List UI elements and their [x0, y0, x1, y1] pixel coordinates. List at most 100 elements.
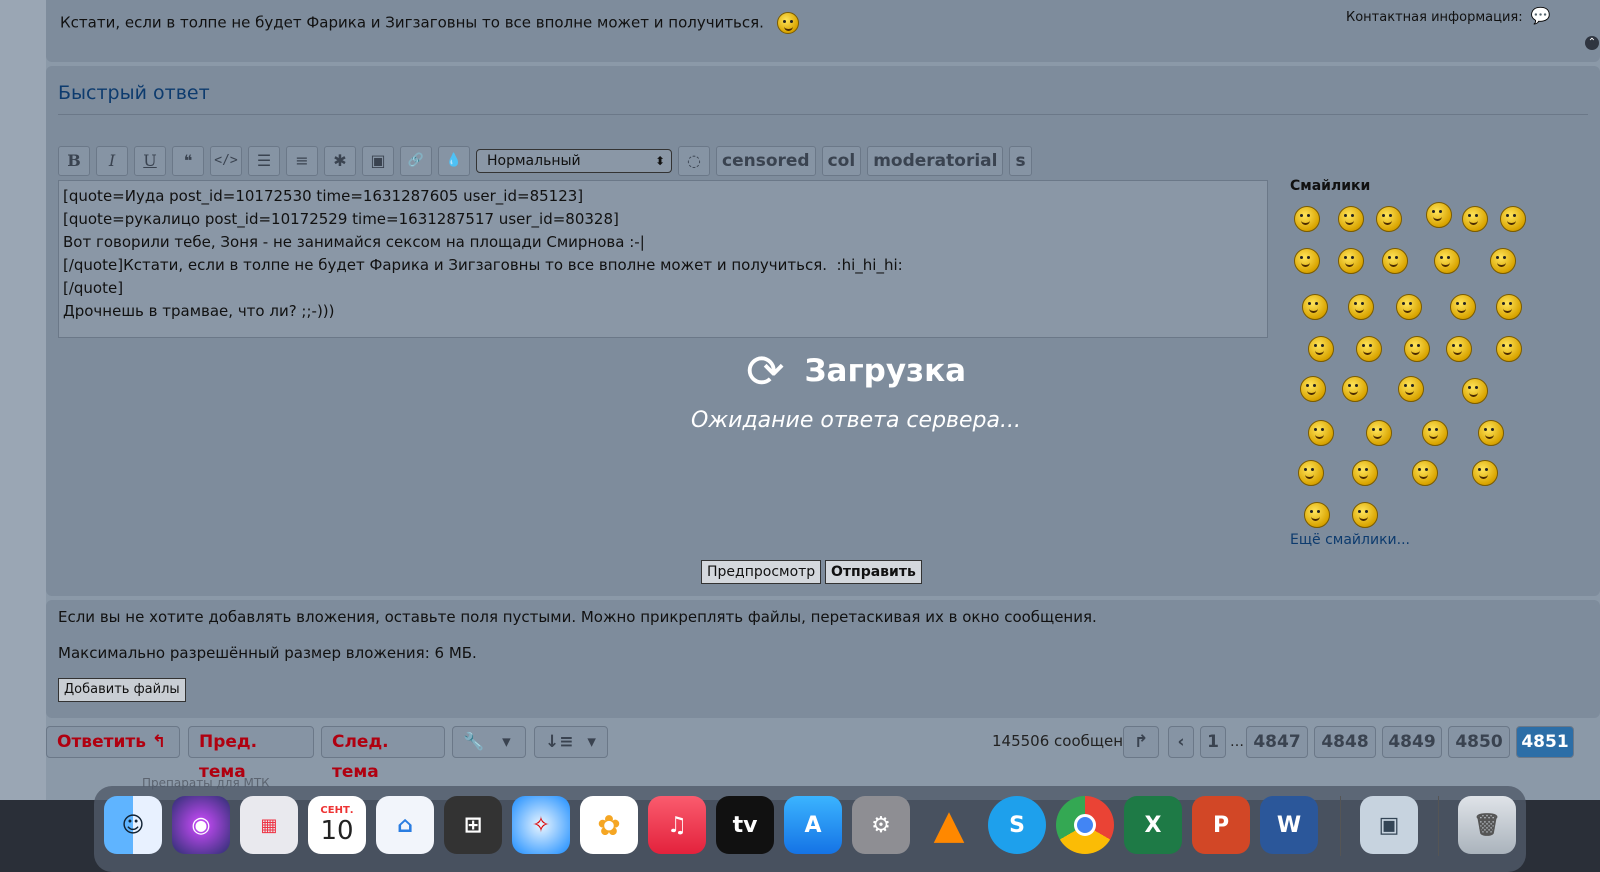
smiley-icon[interactable] [1338, 248, 1364, 274]
reply-button[interactable]: Ответить ↰ [46, 726, 180, 758]
finder-icon[interactable]: ☺ [104, 796, 162, 854]
wrench-icon: 🔧 [463, 732, 485, 752]
add-files-button[interactable]: Добавить файлы [58, 678, 186, 702]
smiley-icon[interactable] [1462, 378, 1488, 404]
quick-reply-panel: Быстрый ответ B I U ❝ </> ☰ ≡ ✱ ▣ 🔗 💧 Но… [46, 66, 1600, 596]
previous-post: Кстати, если в толпе не будет Фарика и З… [46, 0, 1600, 62]
smiley-icon[interactable] [1342, 376, 1368, 402]
powerpoint-icon[interactable]: P [1192, 796, 1250, 854]
music-icon[interactable]: ♫ [648, 796, 706, 854]
smiley-icon[interactable] [1450, 294, 1476, 320]
smiley-icon[interactable] [1300, 376, 1326, 402]
siri-icon[interactable]: ◉ [172, 796, 230, 854]
col-button[interactable]: col [821, 146, 862, 176]
link-button[interactable]: 🔗 [400, 146, 432, 176]
list-button[interactable]: ☰ [248, 146, 280, 176]
safari-icon[interactable]: ✧ [512, 796, 570, 854]
more-smileys-link[interactable]: Ещё смайлики... [1290, 532, 1410, 548]
page-button[interactable]: 4847 [1246, 726, 1308, 758]
hide-button[interactable]: ◌ [678, 146, 710, 176]
smiley-icon[interactable] [1298, 460, 1324, 486]
page-button[interactable]: 4849 [1382, 726, 1442, 758]
smiley-icon[interactable] [1308, 336, 1334, 362]
prev-topic-button[interactable]: Пред. тема [188, 726, 314, 782]
sort-button[interactable]: ↓≡ ▾ [534, 726, 608, 758]
smiley-icon[interactable] [1500, 206, 1526, 232]
smiley-icon[interactable] [1308, 420, 1334, 446]
apple-tv-icon[interactable]: tv [716, 796, 774, 854]
preview-button[interactable]: Предпросмотр [701, 560, 822, 584]
smiley-icon[interactable] [1490, 248, 1516, 274]
bold-button[interactable]: B [58, 146, 90, 176]
calendar-day: 10 [320, 815, 354, 846]
page-button[interactable]: 4848 [1314, 726, 1376, 758]
page-button[interactable]: 4850 [1448, 726, 1510, 758]
photos-icon[interactable]: ✿ [580, 796, 638, 854]
submit-button[interactable]: Отправить [825, 560, 922, 584]
censored-button[interactable]: censored [716, 146, 816, 176]
image-button[interactable]: ▣ [362, 146, 394, 176]
quick-reply-title: Быстрый ответ [58, 82, 210, 104]
quote-button[interactable]: ❝ [172, 146, 204, 176]
star-button[interactable]: ✱ [324, 146, 356, 176]
word-label: W [1276, 812, 1302, 838]
excel-icon[interactable]: X [1124, 796, 1182, 854]
smiley-icon[interactable] [1304, 502, 1330, 528]
app-store-icon[interactable]: A [784, 796, 842, 854]
dock: ☺ ◉ ▦ СЕНТ. 10 ⌂ ⊞ ✧ ✿ ♫ tv A ⚙ ▲ S X P … [94, 786, 1526, 872]
smiley-icon[interactable] [1356, 336, 1382, 362]
code-button[interactable]: </> [210, 146, 242, 176]
message-textarea[interactable]: [quote=Иуда post_id=10172530 time=163128… [58, 180, 1268, 338]
font-size-select[interactable]: Нормальный [476, 149, 672, 173]
smiley-icon[interactable] [1352, 502, 1378, 528]
underline-button[interactable]: U [134, 146, 166, 176]
chat-bubble-icon[interactable]: 💬 [1531, 6, 1551, 25]
smiley-icon[interactable] [1426, 202, 1452, 228]
system-preferences-icon[interactable]: ⚙ [852, 796, 910, 854]
preview-app-icon[interactable]: ▣ [1360, 796, 1418, 854]
smiley-icon[interactable] [1398, 376, 1424, 402]
page-1-button[interactable]: 1 [1200, 726, 1226, 758]
smiley-icon[interactable] [1302, 294, 1328, 320]
keynote-icon[interactable]: ⌂ [376, 796, 434, 854]
smiley-icon[interactable] [1446, 336, 1472, 362]
smiley-icon[interactable] [1294, 248, 1320, 274]
smiley-icon[interactable] [1404, 336, 1430, 362]
scroll-to-top-icon[interactable]: ⌃ [1585, 36, 1599, 50]
smiley-icon[interactable] [1496, 336, 1522, 362]
launchpad-icon[interactable]: ▦ [240, 796, 298, 854]
calendar-icon[interactable]: СЕНТ. 10 [308, 796, 366, 854]
smiley-icon[interactable] [1352, 460, 1378, 486]
smiley-icon[interactable] [1434, 248, 1460, 274]
smiley-icon[interactable] [1472, 460, 1498, 486]
current-page-button[interactable]: 4851 [1516, 726, 1574, 758]
smiley-icon[interactable] [1412, 460, 1438, 486]
smiley-icon[interactable] [1478, 420, 1504, 446]
prev-page-button[interactable]: ‹ [1168, 726, 1194, 758]
italic-button[interactable]: I [96, 146, 128, 176]
smiley-icon[interactable] [1496, 294, 1522, 320]
smiley-icon[interactable] [1422, 420, 1448, 446]
trash-icon[interactable]: 🗑 [1458, 796, 1516, 854]
color-button[interactable]: 💧 [438, 146, 470, 176]
skype-icon[interactable]: S [988, 796, 1046, 854]
word-icon[interactable]: W [1260, 796, 1318, 854]
smiley-icon[interactable] [1348, 294, 1374, 320]
tools-button[interactable]: 🔧 ▾ [452, 726, 526, 758]
calculator-icon[interactable]: ⊞ [444, 796, 502, 854]
chrome-icon[interactable] [1056, 796, 1114, 854]
vlc-icon[interactable]: ▲ [920, 796, 978, 854]
smiley-icon[interactable] [1338, 206, 1364, 232]
smiley-icon [776, 12, 799, 34]
smiley-icon[interactable] [1294, 206, 1320, 232]
smiley-icon[interactable] [1462, 206, 1488, 232]
jump-to-page-button[interactable]: ↱ [1123, 726, 1159, 758]
strike-button[interactable]: s [1009, 146, 1032, 176]
ordered-list-button[interactable]: ≡ [286, 146, 318, 176]
smiley-icon[interactable] [1376, 206, 1402, 232]
smiley-icon[interactable] [1396, 294, 1422, 320]
smiley-icon[interactable] [1382, 248, 1408, 274]
moderatorial-button[interactable]: moderatorial [867, 146, 1004, 176]
next-topic-button[interactable]: След. тема [321, 726, 445, 782]
smiley-icon[interactable] [1366, 420, 1392, 446]
